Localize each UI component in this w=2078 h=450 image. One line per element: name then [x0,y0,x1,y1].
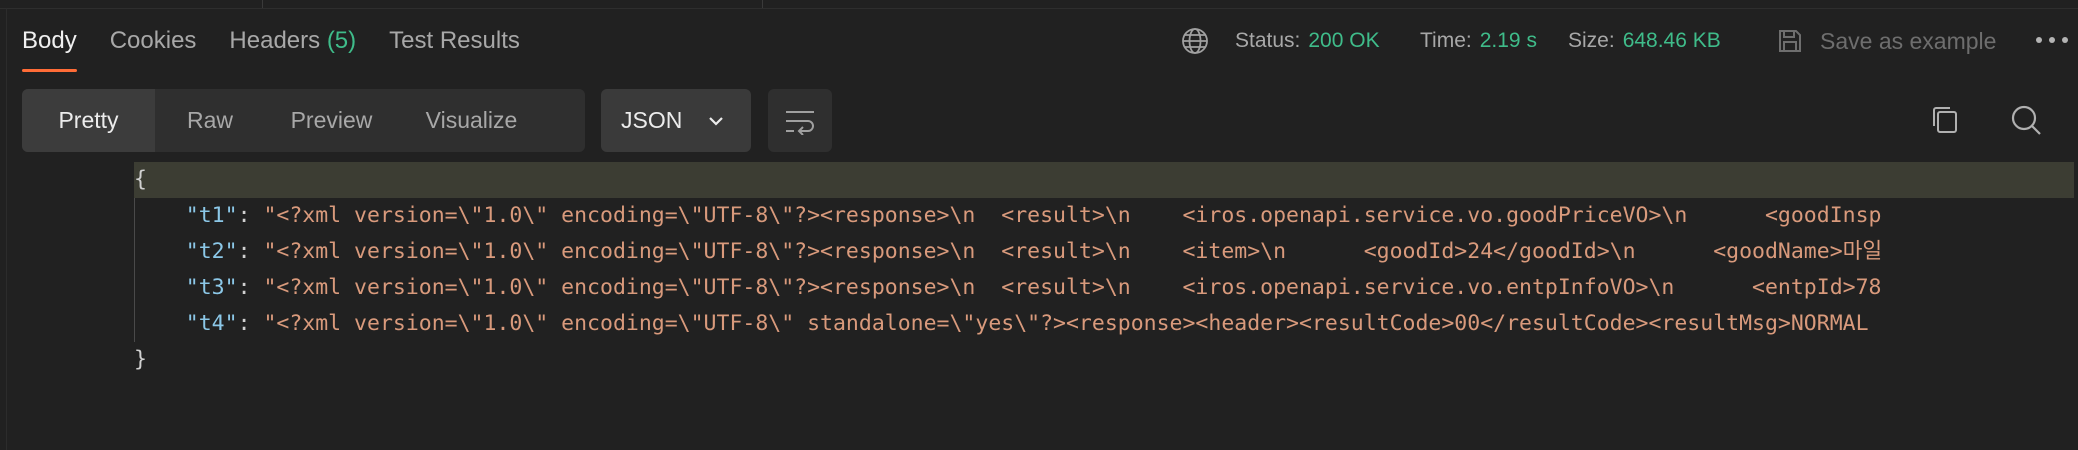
view-mode-selector: Pretty Raw Preview Visualize [22,89,585,152]
tab-test-results-label: Test Results [389,27,520,54]
wrap-lines-button[interactable] [768,89,832,152]
format-value: JSON [621,107,683,133]
json-key: "t4" [185,311,238,336]
size-info[interactable]: Size: 648.46 KB [1568,20,1721,62]
size-label: Size: [1568,29,1615,52]
json-key: "t2" [185,239,238,264]
dot [2036,37,2042,43]
tab-headers-label: Headers [229,27,321,54]
view-pretty[interactable]: Pretty [22,89,155,152]
indent-guide [134,198,135,342]
search-icon[interactable] [2006,100,2046,140]
json-string-value: "<?xml version=\"1.0\" encoding=\"UTF-8\… [263,275,1882,300]
tab-body-label: Body [22,27,77,54]
tab-cookies[interactable]: Cookies [110,20,197,72]
divider [262,0,263,8]
view-visualize[interactable]: Visualize [398,89,545,152]
chevron-down-icon [709,117,723,126]
view-preview[interactable]: Preview [265,89,398,152]
more-icon[interactable] [2036,28,2068,52]
dot [2049,37,2055,43]
format-dropdown[interactable]: JSON [601,89,751,152]
tab-cookies-label: Cookies [109,27,197,54]
save-as-example-label: Save as example [1820,27,1997,54]
save-icon [1779,30,1801,52]
tab-headers[interactable]: Headers (5) [229,20,356,72]
code-line: 6 } [0,342,2078,378]
code-line: 4 "t3": "<?xml version=\"1.0\" encoding=… [185,275,1882,300]
response-tabs: Body Cookies Headers (5) Test Results [22,20,553,72]
time-info[interactable]: Time: 2.19 s [1420,20,1537,62]
copy-icon[interactable] [1926,100,1966,140]
save-as-example-button[interactable]: Save as example [1776,20,1996,62]
code-line: 3 "t2": "<?xml version=\"1.0\" encoding=… [185,239,1883,264]
headers-count: (5) [326,27,357,54]
json-key: "t1" [185,203,238,228]
response-body-code[interactable]: 1 { 2 "t1": "<?xml version=\"1.0\" encod… [0,162,2078,378]
code-line: 5 "t4": "<?xml version=\"1.0\" encoding=… [185,311,1882,336]
json-string-value: "<?xml version=\"1.0\" encoding=\"UTF-8\… [263,311,1882,336]
time-label: Time: [1420,29,1472,52]
top-border [0,0,2078,9]
status-label: Status: [1235,29,1301,52]
code-line: 1 { [0,162,2078,198]
divider [762,0,763,8]
json-string-value: "<?xml version=\"1.0\" encoding=\"UTF-8\… [263,239,1883,264]
close-brace: } [134,347,147,372]
tab-body[interactable]: Body [22,20,77,72]
code-line: 2 "t1": "<?xml version=\"1.0\" encoding=… [185,203,1882,228]
json-string-value: "<?xml version=\"1.0\" encoding=\"UTF-8\… [263,203,1882,228]
open-brace: { [134,167,147,192]
status-value: 200 OK [1308,29,1380,52]
json-key: "t3" [185,275,238,300]
tab-test-results[interactable]: Test Results [389,20,520,72]
view-raw[interactable]: Raw [155,89,265,152]
status-info: Status: 200 OK [1235,20,1380,62]
wrap-lines-icon [786,111,814,135]
globe-icon[interactable] [1180,26,1210,56]
dot [2062,37,2068,43]
size-value: 648.46 KB [1622,29,1721,52]
time-value: 2.19 s [1479,29,1537,52]
